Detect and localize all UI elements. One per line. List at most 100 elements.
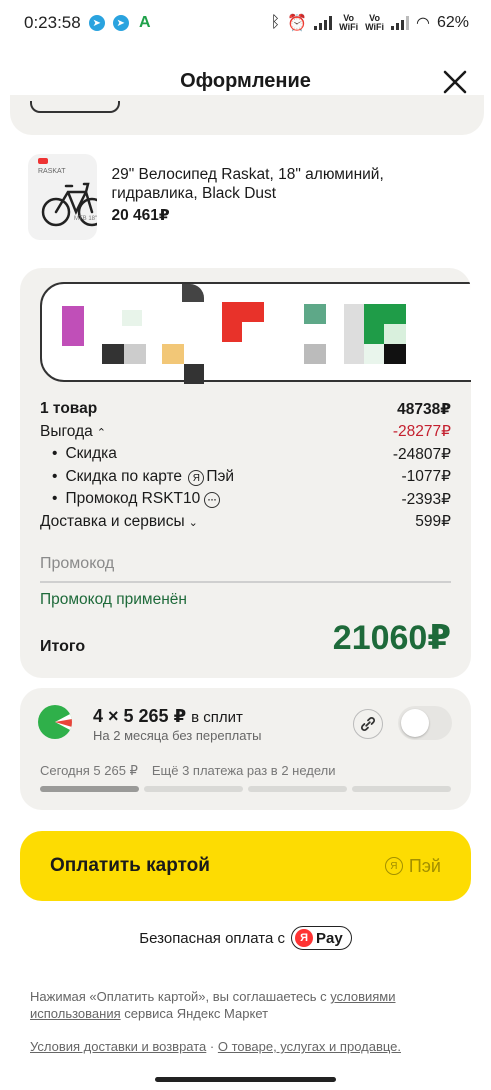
banner-pixel xyxy=(122,310,142,326)
promo-code-label-group: Промокод RSKT10··· xyxy=(52,490,221,509)
vowifi-icon-2: Vo WiFi xyxy=(365,13,384,32)
legal-links: Условия доставки и возврата · О товаре, … xyxy=(30,1039,470,1054)
discount-row: Скидка -24807₽ xyxy=(40,443,451,466)
product-info: 29" Велосипед Raskat, 18" алюминий, гидр… xyxy=(111,154,468,242)
split-logo-icon xyxy=(38,705,72,739)
chevron-up-icon: ⌃ xyxy=(96,426,106,439)
close-icon[interactable] xyxy=(439,66,471,98)
banner-pixel xyxy=(384,324,406,344)
card-discount-label-group: Скидка по карте ЯПэй xyxy=(52,467,235,486)
split-subtitle: На 2 месяца без переплаты xyxy=(93,728,262,743)
order-summary-card: 1 товар 48738₽ Выгода⌃ -28277₽ Скидка -2… xyxy=(20,268,471,678)
secure-text: Безопасная оплата с xyxy=(139,929,286,947)
telegram-icon-2: ➤ xyxy=(112,15,129,31)
benefit-row[interactable]: Выгода ⌃ -28277₽ xyxy=(40,421,451,444)
split-toggle[interactable] xyxy=(398,706,452,740)
promo-banner[interactable] xyxy=(40,282,471,384)
benefit-label-group: Выгода ⌃ xyxy=(40,423,106,441)
banner-pixel xyxy=(364,344,384,364)
secure-payment: Безопасная оплата с Я Pay xyxy=(0,926,491,950)
banner-pixel xyxy=(124,344,146,364)
bicycle-icon xyxy=(41,182,98,227)
product-price: 20 461₽ xyxy=(111,207,170,224)
banner-pixel xyxy=(62,306,84,346)
split-progress-segment xyxy=(248,786,347,792)
split-title-group: 4 × 5 265 ₽ в сплит xyxy=(93,706,243,727)
yandex-icon: Я xyxy=(384,857,403,875)
promo-applied-status: Промокод применён xyxy=(40,591,187,608)
status-bar: 0:23:58 ➤ ➤ A ᛒ ⏰ Vo WiFi Vo WiFi ◠ 62% xyxy=(0,0,491,46)
card-discount-label-b: Пэй xyxy=(206,467,235,485)
items-row: 1 товар 48738₽ xyxy=(40,398,451,421)
split-progress-segment xyxy=(144,786,243,792)
split-title-suffix: в сплит xyxy=(191,709,243,726)
benefit-label: Выгода xyxy=(40,422,93,440)
product-image: RASKAT MTB 18" xyxy=(28,154,98,240)
app-notification-icon: A xyxy=(138,14,151,31)
banner-pixel xyxy=(384,344,406,364)
more-icon[interactable]: ··· xyxy=(204,492,221,509)
alarm-icon: ⏰ xyxy=(287,15,308,32)
banner-pixel xyxy=(182,284,204,302)
link-icon[interactable] xyxy=(353,709,383,739)
pay-by-card-button[interactable]: Оплатить картой Я Пэй xyxy=(20,831,471,901)
yandex-icon: Я xyxy=(295,929,314,947)
page-title: Оформление xyxy=(180,69,311,92)
banner-pixel xyxy=(162,344,184,364)
promo-code-input[interactable]: Промокод xyxy=(40,551,451,583)
promo-code-row: Промокод RSKT10··· -2393₽ xyxy=(40,488,451,511)
yandex-pay-logo-text: Pay xyxy=(316,929,343,947)
total-label: Итого xyxy=(40,638,86,655)
banner-pixel xyxy=(344,304,364,364)
pay-button-ya: Я Пэй xyxy=(383,856,441,877)
promo-code-label: Промокод RSKT10 xyxy=(65,490,201,508)
delivery-label: Доставка и сервисы xyxy=(40,512,185,530)
card-discount-value: -1077₽ xyxy=(401,468,451,486)
delivery-terms-link[interactable]: Условия доставки и возврата xyxy=(30,1039,206,1054)
product-image-caption: MTB 18" xyxy=(74,216,98,222)
vowifi-icon: Vo WiFi xyxy=(339,13,359,32)
delivery-row[interactable]: Доставка и сервисы ⌄ 599₽ xyxy=(40,511,451,534)
status-left: 0:23:58 ➤ ➤ A xyxy=(24,13,153,33)
product-info-link[interactable]: О товаре, услугах и продавце. xyxy=(218,1039,401,1054)
telegram-icon: ➤ xyxy=(88,15,105,31)
promo-code-value: -2393₽ xyxy=(401,490,451,508)
product-name: 29" Велосипед Raskat, 18" алюминий, гидр… xyxy=(111,166,384,202)
legal-text: Нажимая «Оплатить картой», вы соглашаете… xyxy=(30,988,460,1022)
legal-text-a: Нажимая «Оплатить картой», вы соглашаете… xyxy=(30,989,327,1004)
banner-pixel xyxy=(242,322,264,342)
split-progress xyxy=(40,786,451,792)
chevron-down-icon: ⌄ xyxy=(188,516,198,529)
signal-icon-2 xyxy=(391,16,409,30)
card-discount-row: Скидка по карте ЯПэй -1077₽ xyxy=(40,466,451,489)
split-title: 4 × 5 265 ₽ xyxy=(93,706,187,726)
banner-pixel xyxy=(304,344,326,364)
product-item[interactable]: RASKAT MTB 18" 29" Велосипед Raskat, 18"… xyxy=(28,154,468,242)
battery-level: 62% xyxy=(436,14,469,31)
signal-icon xyxy=(314,16,333,30)
split-today: Сегодня 5 265 ₽ xyxy=(40,763,138,778)
items-value: 48738₽ xyxy=(397,400,451,418)
items-label: 1 товар xyxy=(40,400,98,418)
pay-button-label: Оплатить картой xyxy=(50,855,210,876)
previous-section-card xyxy=(10,95,484,135)
banner-pixel xyxy=(304,304,326,324)
delivery-label-group: Доставка и сервисы ⌄ xyxy=(40,513,198,531)
banner-pixel xyxy=(102,344,124,364)
yandex-pay-logo: Я Pay xyxy=(291,926,352,950)
home-indicator[interactable] xyxy=(155,1077,336,1082)
legal-text-b: сервиса Яндекс Маркет xyxy=(124,1006,269,1021)
total-value: 21060₽ xyxy=(332,619,451,657)
yandex-icon: Я xyxy=(188,470,205,486)
split-later: Ещё 3 платежа раз в 2 недели xyxy=(151,763,336,778)
card-discount-label-a: Скидка по карте xyxy=(65,467,183,485)
banner-pixel xyxy=(184,364,204,384)
split-progress-segment xyxy=(40,786,139,792)
toggle-knob xyxy=(401,709,429,737)
status-time: 0:23:58 xyxy=(24,13,81,32)
split-schedule: Сегодня 5 265 ₽ Ещё 3 платежа раз в 2 не… xyxy=(40,763,336,779)
pay-button-ya-label: Пэй xyxy=(408,855,441,876)
discount-value: -24807₽ xyxy=(392,445,451,463)
bluetooth-icon: ᛒ xyxy=(270,14,281,31)
previous-section-pill xyxy=(30,101,120,113)
